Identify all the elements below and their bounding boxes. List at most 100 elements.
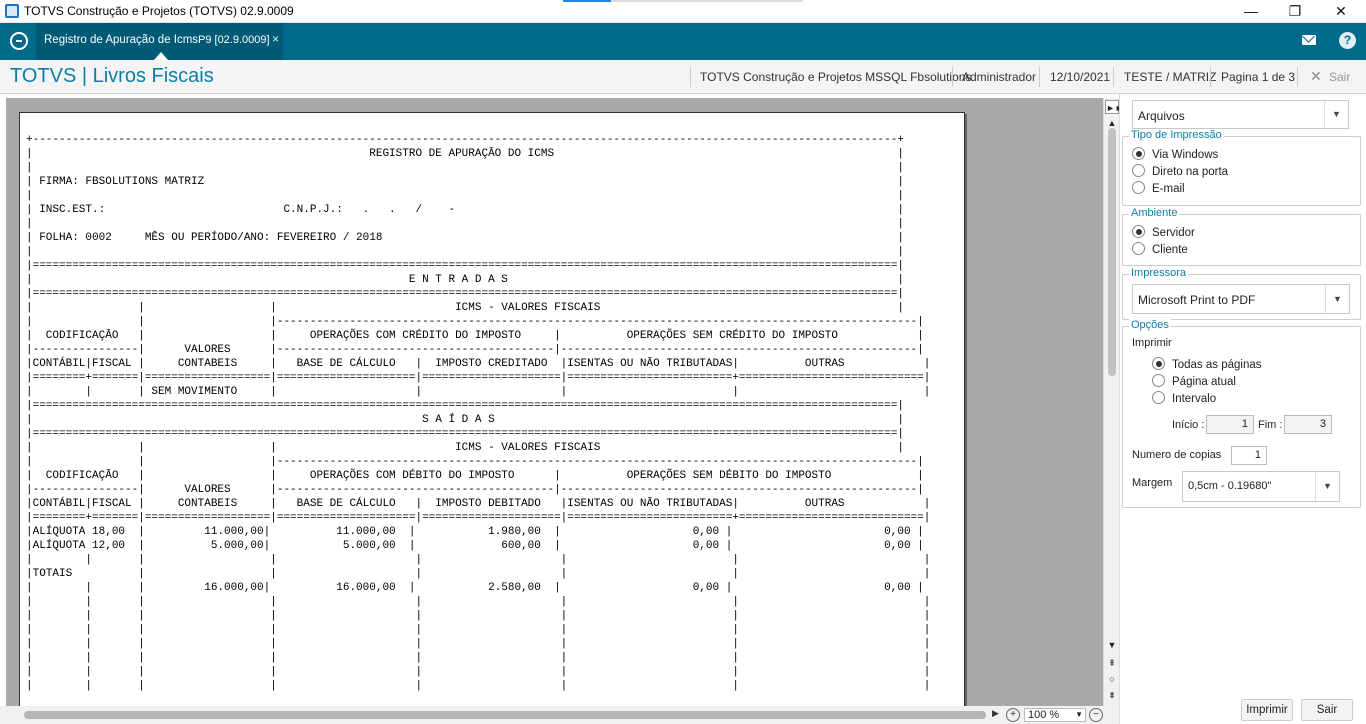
radio-dot bbox=[1132, 147, 1145, 160]
report-line: | | bbox=[26, 218, 904, 230]
minimize-button[interactable]: — bbox=[1228, 0, 1274, 22]
printer-select[interactable]: Microsoft Print to PDF ▼ bbox=[1132, 284, 1350, 314]
branch-name: TESTE / MATRIZ bbox=[1124, 70, 1217, 84]
report-line: | S A Í D A S | bbox=[26, 414, 904, 426]
radio-via-windows[interactable]: Via Windows bbox=[1132, 147, 1218, 161]
preview-vertical-scrollbar[interactable]: ►► ▲ ▼ ⇞ ○ ⇟ bbox=[1103, 98, 1124, 706]
radio-direto-porta[interactable]: Direto na porta bbox=[1132, 164, 1228, 178]
start-page-input[interactable]: 1 bbox=[1206, 415, 1254, 434]
user-name: Administrador bbox=[962, 70, 1037, 84]
header-divider bbox=[952, 67, 953, 87]
margin-label: Margem bbox=[1132, 477, 1173, 489]
hscroll-thumb[interactable] bbox=[24, 711, 986, 719]
printer-group: Impressora Microsoft Print to PDF ▼ bbox=[1122, 267, 1361, 320]
restore-button[interactable]: ❐ bbox=[1272, 0, 1318, 22]
app-icon bbox=[5, 4, 19, 18]
radio-dot bbox=[1152, 357, 1165, 370]
report-line: |----------------| VALORES |------------… bbox=[26, 344, 924, 356]
module-header: TOTVS | Livros Fiscais TOTVS Construção … bbox=[0, 60, 1366, 94]
window-title: TOTVS Construção e Projetos (TOTVS) 02.9… bbox=[24, 4, 294, 18]
margin-select[interactable]: 0,5cm - 0.19680" ▼ bbox=[1182, 471, 1340, 502]
report-line: |=======================================… bbox=[26, 288, 904, 300]
end-page-input[interactable]: 3 bbox=[1284, 415, 1332, 434]
report-line: | | | | | | | | bbox=[26, 680, 931, 692]
module-title: TOTVS | Livros Fiscais bbox=[10, 65, 214, 87]
radio-intervalo[interactable]: Intervalo bbox=[1152, 391, 1216, 405]
expand-panel-icon[interactable]: ►► bbox=[1105, 100, 1124, 114]
report-line: | CODIFICAÇÃO | | OPERAÇÕES COM CRÉDITO … bbox=[26, 330, 924, 342]
window-titlebar: TOTVS Construção e Projetos (TOTVS) 02.9… bbox=[0, 0, 1366, 23]
radio-label: Servidor bbox=[1152, 227, 1195, 239]
next-page-icon[interactable]: ⇟ bbox=[1105, 688, 1119, 702]
print-type-legend: Tipo de Impressão bbox=[1129, 129, 1224, 141]
current-page-icon[interactable]: ○ bbox=[1105, 672, 1119, 686]
exit-link[interactable]: Sair bbox=[1329, 70, 1350, 84]
radio-pagina-atual[interactable]: Página atual bbox=[1152, 374, 1236, 388]
zoom-select[interactable]: 100 % ▼ bbox=[1024, 708, 1086, 722]
totvs-logo-icon[interactable] bbox=[10, 32, 28, 50]
header-divider bbox=[1210, 67, 1211, 87]
radio-servidor[interactable]: Servidor bbox=[1132, 225, 1195, 239]
margin-value: 0,5cm - 0.19680" bbox=[1188, 480, 1272, 492]
radio-cliente[interactable]: Cliente bbox=[1132, 242, 1188, 256]
start-page-label: Início : bbox=[1172, 419, 1205, 431]
preview-horizontal-scrollbar[interactable]: ▶ + 100 % ▼ − bbox=[0, 706, 1119, 724]
help-icon[interactable]: ? bbox=[1339, 32, 1356, 49]
scroll-thumb[interactable] bbox=[1108, 128, 1116, 376]
report-line: |========+=======|===================|==… bbox=[26, 512, 931, 524]
system-date: 12/10/2021 bbox=[1050, 70, 1111, 84]
destination-select[interactable]: Arquivos ▼ bbox=[1132, 100, 1349, 129]
options-group: Opções Imprimir Todas as páginas Página … bbox=[1122, 319, 1361, 508]
exit-button[interactable]: Sair bbox=[1301, 699, 1353, 721]
report-preview[interactable]: +---------------------------------------… bbox=[6, 98, 1103, 706]
report-line: |ALÍQUOTA 18,00 | 11.000,00| 11.000,00 |… bbox=[26, 526, 924, 538]
report-line: |=======================================… bbox=[26, 260, 904, 272]
tab-version: P9 [02.9.0009] bbox=[198, 34, 270, 46]
report-line: |TOTAIS | | | | | | bbox=[26, 568, 931, 580]
chevron-down-icon: ▼ bbox=[1324, 101, 1348, 128]
report-line: | | | 16.000,00| 16.000,00 | 2.580,00 | … bbox=[26, 582, 924, 594]
report-line: |=======================================… bbox=[26, 428, 904, 440]
header-divider bbox=[690, 67, 691, 87]
print-options-panel: Arquivos ▼ Tipo de Impressão Via Windows… bbox=[1119, 94, 1366, 724]
report-line: | | | | | | | | bbox=[26, 610, 931, 622]
options-legend: Opções bbox=[1129, 319, 1171, 331]
tab-close-icon[interactable]: × bbox=[272, 32, 279, 46]
zoom-in-icon[interactable]: + bbox=[1006, 708, 1020, 722]
scroll-down-icon[interactable]: ▼ bbox=[1105, 638, 1119, 652]
chevron-down-icon: ▼ bbox=[1325, 285, 1349, 313]
tab-registro-apuracao[interactable]: Registro de Apuração de Icms P9 [02.9.00… bbox=[36, 23, 283, 60]
report-line: | FOLHA: 0002 MÊS OU PERÍODO/ANO: FEVERE… bbox=[26, 232, 904, 244]
report-line: | | | ICMS - VALORES FISCAIS | bbox=[26, 442, 904, 454]
printer-value: Microsoft Print to PDF bbox=[1138, 293, 1256, 307]
radio-label: Página atual bbox=[1172, 376, 1236, 388]
company-name: TOTVS Construção e Projetos MSSQL Fbsolu… bbox=[700, 70, 972, 84]
copies-input[interactable]: 1 bbox=[1231, 446, 1267, 465]
report-line: | | | | | | | | bbox=[26, 652, 931, 664]
report-line: | | | ICMS - VALORES FISCAIS | bbox=[26, 302, 904, 314]
scroll-right-icon[interactable]: ▶ bbox=[992, 708, 999, 719]
radio-todas-paginas[interactable]: Todas as páginas bbox=[1152, 357, 1262, 371]
report-line: |CONTÁBIL|FISCAL | CONTABEIS | BASE DE C… bbox=[26, 358, 931, 370]
exit-icon[interactable]: ✕ bbox=[1310, 68, 1322, 85]
titlebar-accent bbox=[563, 0, 611, 2]
close-window-button[interactable]: ✕ bbox=[1318, 0, 1364, 22]
header-divider bbox=[1113, 67, 1114, 87]
print-button[interactable]: Imprimir bbox=[1241, 699, 1293, 721]
environment-legend: Ambiente bbox=[1129, 207, 1180, 219]
report-line: +---------------------------------------… bbox=[26, 134, 904, 146]
report-line: | E N T R A D A S | bbox=[26, 274, 904, 286]
zoom-value: 100 % bbox=[1028, 709, 1060, 721]
zoom-out-icon[interactable]: − bbox=[1089, 708, 1103, 722]
report-line: | | | SEM MOVIMENTO | | | | | bbox=[26, 386, 931, 398]
previous-page-icon[interactable]: ⇞ bbox=[1105, 656, 1119, 670]
report-line: | CODIFICAÇÃO | | OPERAÇÕES COM DÉBITO D… bbox=[26, 470, 924, 482]
titlebar-accent-track bbox=[611, 0, 803, 2]
radio-email[interactable]: E-mail bbox=[1132, 181, 1185, 195]
report-line: | | bbox=[26, 190, 904, 202]
radio-label: Cliente bbox=[1152, 244, 1188, 256]
radio-dot bbox=[1132, 181, 1145, 194]
report-line: |=======================================… bbox=[26, 400, 904, 412]
report-line: | FIRMA: FBSOLUTIONS MATRIZ | bbox=[26, 176, 904, 188]
mail-icon[interactable] bbox=[1302, 35, 1316, 45]
